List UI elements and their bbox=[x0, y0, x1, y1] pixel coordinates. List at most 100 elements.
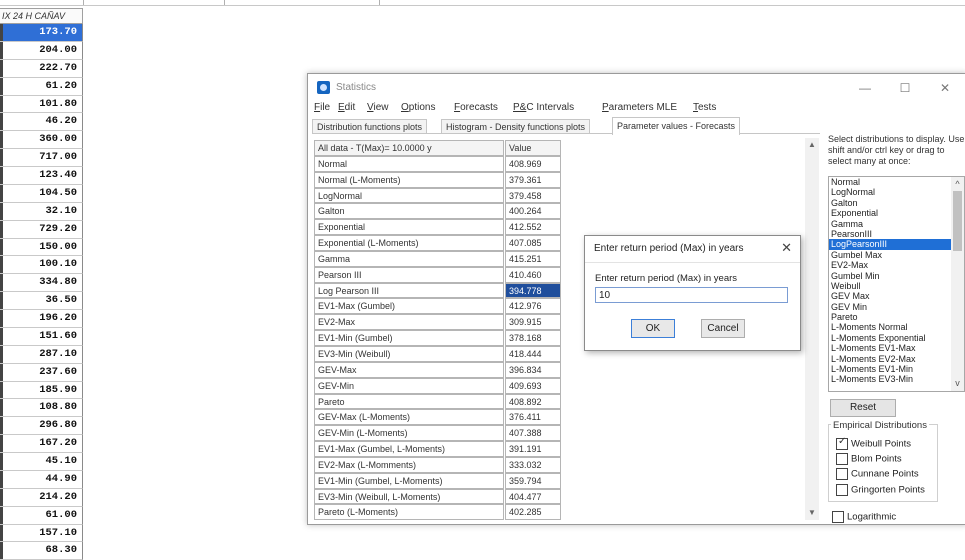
distribution-name-cell[interactable]: Gamma bbox=[314, 250, 504, 267]
sheet-cell[interactable]: 108.80 bbox=[0, 399, 83, 418]
list-item[interactable]: PearsonIII bbox=[829, 229, 964, 239]
distribution-value-cell[interactable]: 407.085 bbox=[505, 235, 561, 251]
sheet-cell[interactable]: 173.70 bbox=[0, 24, 83, 42]
table-row[interactable]: Exponential 412.552 bbox=[314, 219, 562, 236]
list-item[interactable]: L-Moments Exponential bbox=[829, 333, 964, 343]
distribution-name-cell[interactable]: GEV-Max bbox=[314, 361, 504, 378]
table-row[interactable]: Gamma 415.251 bbox=[314, 250, 562, 267]
table-row[interactable]: Pareto (L-Moments) 402.285 bbox=[314, 504, 562, 521]
list-item[interactable]: Gumbel Min bbox=[829, 271, 964, 281]
list-item[interactable]: L-Moments EV2-Max bbox=[829, 354, 964, 364]
menu-forecasts[interactable]: Forecasts bbox=[454, 102, 498, 113]
chevron-up-icon[interactable]: ^ bbox=[953, 180, 962, 189]
distribution-value-cell[interactable]: 402.285 bbox=[505, 504, 561, 521]
distribution-name-cell[interactable]: GEV-Max (L-Moments) bbox=[314, 409, 504, 426]
distribution-name-cell[interactable]: EV2-Max (L-Momments) bbox=[314, 456, 504, 473]
distribution-value-cell[interactable]: 379.361 bbox=[505, 171, 561, 188]
sheet-cell[interactable]: 185.90 bbox=[0, 381, 83, 400]
sheet-cell[interactable]: 157.10 bbox=[0, 524, 83, 543]
scroll-thumb[interactable] bbox=[953, 191, 962, 251]
sheet-cell[interactable]: 46.20 bbox=[0, 113, 83, 132]
distribution-name-cell[interactable]: Galton bbox=[314, 203, 504, 220]
table-row[interactable]: EV3-Min (Weibull) 418.444 bbox=[314, 345, 562, 362]
distribution-value-cell[interactable]: 376.411 bbox=[505, 409, 561, 426]
sheet-cell[interactable]: 204.00 bbox=[0, 41, 83, 60]
menu-view[interactable]: View bbox=[367, 102, 389, 113]
distribution-listbox[interactable]: Normal LogNormal Galton Exponential Gamma Pea… bbox=[828, 176, 965, 392]
table-row[interactable]: Pearson III 410.460 bbox=[314, 266, 562, 283]
list-item[interactable]: L-Moments EV1-Min bbox=[829, 364, 964, 374]
sheet-cell[interactable]: 44.90 bbox=[0, 470, 83, 489]
maximize-button[interactable]: ☐ bbox=[890, 78, 920, 98]
tab-parameter-values[interactable]: Parameter values - Forecasts bbox=[612, 117, 741, 135]
distribution-value-cell[interactable]: 415.251 bbox=[505, 250, 561, 267]
table-row[interactable]: Log Pearson III 394.778 bbox=[314, 282, 562, 299]
table-row[interactable]: Galton 400.264 bbox=[314, 203, 562, 220]
list-item[interactable]: Galton bbox=[829, 198, 964, 208]
menu-pc-intervals[interactable]: P&C Intervals bbox=[513, 102, 574, 113]
distribution-value-cell[interactable]: 410.460 bbox=[505, 266, 561, 283]
distribution-name-cell[interactable]: EV1-Min (Gumbel, L-Moments) bbox=[314, 472, 504, 489]
sheet-cell[interactable]: 123.40 bbox=[0, 167, 83, 185]
table-row[interactable]: Normal (L-Moments) 379.361 bbox=[314, 171, 562, 188]
list-item[interactable]: Gamma bbox=[829, 219, 964, 229]
listbox-scrollbar[interactable]: ^ v bbox=[951, 177, 964, 391]
sheet-cell[interactable]: 717.00 bbox=[0, 149, 83, 167]
table-row[interactable]: Normal 408.969 bbox=[314, 155, 562, 172]
distribution-name-cell[interactable]: Pearson III bbox=[314, 266, 504, 283]
distribution-value-cell[interactable]: 409.693 bbox=[505, 377, 561, 394]
list-item[interactable]: Exponential bbox=[829, 208, 964, 218]
sheet-cell[interactable]: 196.20 bbox=[0, 310, 83, 328]
sheet-cell[interactable]: 729.20 bbox=[0, 220, 83, 239]
list-item[interactable]: Pareto bbox=[829, 312, 964, 322]
list-item[interactable]: EV2-Max bbox=[829, 260, 964, 270]
table-scrollbar[interactable]: ▲ ▼ bbox=[805, 138, 819, 520]
table-row[interactable]: GEV-Max 396.834 bbox=[314, 361, 562, 378]
sheet-cell[interactable]: 150.00 bbox=[0, 238, 83, 257]
sheet-cell[interactable]: 151.60 bbox=[0, 327, 83, 346]
table-row[interactable]: LogNormal 379.458 bbox=[314, 187, 562, 204]
distribution-value-cell[interactable]: 309.915 bbox=[505, 314, 561, 331]
sheet-cell[interactable]: 334.80 bbox=[0, 274, 83, 293]
distribution-value-cell[interactable]: 412.976 bbox=[505, 298, 561, 315]
distribution-name-cell[interactable]: EV3-Min (Weibull) bbox=[314, 345, 504, 362]
table-row[interactable]: EV1-Min (Gumbel, L-Moments) 359.794 bbox=[314, 472, 562, 489]
scroll-up-icon[interactable]: ▲ bbox=[808, 141, 816, 149]
distribution-value-cell[interactable]: 408.969 bbox=[505, 155, 561, 172]
chevron-down-icon[interactable]: v bbox=[953, 379, 962, 388]
distribution-value-cell[interactable]: 400.264 bbox=[505, 203, 561, 220]
distribution-value-cell[interactable]: 412.552 bbox=[505, 219, 561, 236]
table-row[interactable]: EV1-Max (Gumbel, L-Moments) 391.191 bbox=[314, 441, 562, 457]
weibull-points-checkbox[interactable]: Weibull Points bbox=[836, 436, 911, 450]
distribution-name-cell[interactable]: Normal bbox=[314, 155, 504, 172]
list-item[interactable]: LogPearsonIII bbox=[829, 239, 964, 250]
sheet-cell[interactable]: 167.20 bbox=[0, 435, 83, 453]
list-item[interactable]: L-Moments Normal bbox=[829, 322, 964, 332]
distribution-value-cell[interactable]: 396.834 bbox=[505, 361, 561, 378]
blom-points-checkbox[interactable]: Blom Points bbox=[836, 453, 902, 465]
distribution-value-cell[interactable]: 407.388 bbox=[505, 425, 561, 442]
sheet-cell[interactable]: 61.00 bbox=[0, 506, 83, 525]
distribution-value-cell[interactable]: 391.191 bbox=[505, 441, 561, 457]
sheet-cell[interactable]: 237.60 bbox=[0, 363, 83, 382]
distribution-name-cell[interactable]: Exponential (L-Moments) bbox=[314, 235, 504, 251]
sheet-cell[interactable]: 287.10 bbox=[0, 345, 83, 364]
distribution-value-cell[interactable]: 333.032 bbox=[505, 456, 561, 473]
table-row[interactable]: Exponential (L-Moments) 407.085 bbox=[314, 235, 562, 251]
checkbox-icon[interactable] bbox=[836, 468, 848, 480]
distribution-name-cell[interactable]: LogNormal bbox=[314, 187, 504, 204]
sheet-cell[interactable]: 214.20 bbox=[0, 488, 83, 507]
table-row[interactable]: EV2-Max (L-Momments) 333.032 bbox=[314, 456, 562, 473]
checkbox-checked-icon[interactable] bbox=[836, 436, 848, 450]
menu-parameters-mle[interactable]: Parameters MLE bbox=[602, 102, 677, 113]
close-icon[interactable]: ✕ bbox=[781, 240, 792, 256]
title-bar[interactable]: Statistics — ☐ ✕ bbox=[308, 74, 965, 102]
minimize-button[interactable]: — bbox=[850, 78, 880, 98]
sheet-cell[interactable]: 36.50 bbox=[0, 292, 83, 310]
list-item[interactable]: Gumbel Max bbox=[829, 250, 964, 260]
table-row[interactable]: GEV-Min 409.693 bbox=[314, 377, 562, 394]
list-item[interactable]: GEV Min bbox=[829, 302, 964, 312]
return-period-input[interactable]: 10 bbox=[595, 287, 788, 303]
distribution-name-cell[interactable]: EV1-Max (Gumbel, L-Moments) bbox=[314, 441, 504, 457]
distribution-value-cell[interactable]: 379.458 bbox=[505, 187, 561, 204]
